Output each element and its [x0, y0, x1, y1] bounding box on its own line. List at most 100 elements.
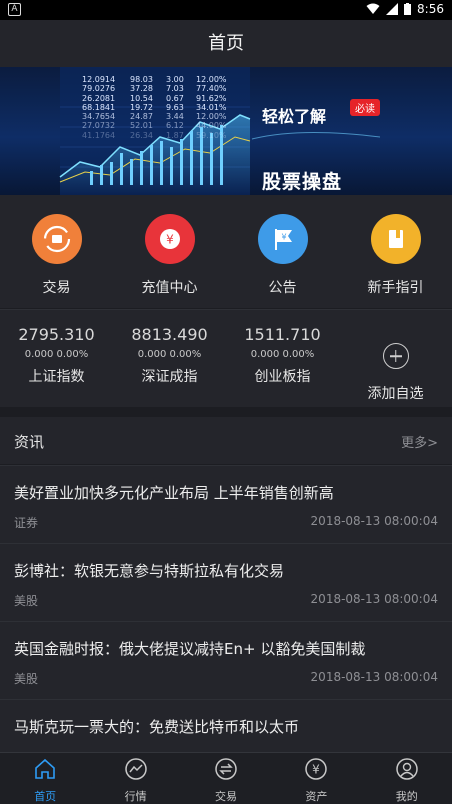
news-section-header: 资讯 更多>: [0, 417, 452, 464]
app-notification-icon: A: [8, 3, 21, 16]
tab-assets[interactable]: ¥ 资产: [271, 753, 361, 804]
news-more-link[interactable]: 更多>: [401, 432, 438, 451]
wifi-icon: [366, 3, 380, 14]
banner-badge: 必读: [350, 99, 380, 116]
banner-title: 股票操盘: [262, 171, 343, 193]
ticker-row: 41.1764 26.34 1.87 59.10%: [82, 131, 232, 140]
news-title: 马斯克玩一票大的：免费送比特币和以太币: [14, 718, 300, 736]
news-section-title: 资讯: [14, 433, 45, 451]
ticker-cell: 34.7654: [82, 112, 116, 122]
news-title: 彭博社：软银无意参与特斯拉私有化交易: [14, 562, 285, 580]
quick-menu-trade[interactable]: 交易: [0, 195, 113, 308]
news-time: 2018-08-13 08:00:04: [310, 592, 438, 606]
news-item[interactable]: 英国金融时报：俄大佬提议减持En+ 以豁免美国制裁 美股 2018-08-13 …: [0, 621, 452, 699]
clock: 8:56: [417, 2, 444, 16]
ticker-cell: 12.00%: [196, 112, 227, 122]
index-change: 0.000 0.00%: [24, 349, 89, 360]
ticker-cell: 26.2081: [82, 93, 116, 103]
ticker-cell: 27.0732: [82, 121, 116, 131]
news-title: 美好置业加快多元化产业布局 上半年销售创新高: [14, 484, 334, 502]
status-bar: A 8:56: [0, 0, 452, 20]
quick-menu-recharge[interactable]: ¥ 充值中心: [113, 195, 226, 308]
index-name: 上证指数: [28, 369, 85, 385]
quick-menu-announcement[interactable]: ¥ 公告: [226, 195, 339, 308]
index-name: 深证成指: [141, 369, 198, 385]
quick-menu-label: 交易: [42, 280, 71, 296]
tab-label: 我的: [395, 790, 418, 803]
ticker-cell: 3.00: [166, 75, 184, 84]
ticker-cell: 19.72: [130, 102, 153, 112]
index-value: 2795.310: [18, 325, 95, 344]
yuan-icon: ¥: [305, 758, 328, 780]
quick-menu-label: 充值中心: [141, 280, 198, 296]
add-watchlist-button[interactable]: 添加自选: [339, 310, 452, 407]
ticker-cell: 37.28: [130, 84, 153, 94]
yuan-icon: ¥: [144, 214, 195, 264]
ticker-cell: 3.44: [166, 112, 184, 122]
ticker-cell: 44.00%: [196, 121, 227, 131]
quick-menu-guide[interactable]: 新手指引: [339, 195, 452, 308]
tab-profile[interactable]: 我的: [362, 753, 452, 804]
ticker-cell: 98.03: [130, 75, 153, 84]
news-title: 英国金融时报：俄大佬提议减持En+ 以豁免美国制裁: [14, 640, 366, 658]
index-change: 0.000 0.00%: [137, 349, 202, 360]
tab-label: 交易: [214, 790, 237, 803]
quick-menu: 交易 ¥ 充值中心 ¥ 公告 新手指引: [0, 195, 452, 308]
index-value: 1511.710: [244, 325, 321, 344]
news-time: 2018-08-13 08:00:04: [310, 670, 438, 684]
ticker-cell: 12.0914: [82, 75, 116, 84]
news-category: 证券: [14, 516, 39, 530]
ticker-cell: 12.00%: [196, 75, 227, 84]
index-name: 创业板指: [254, 369, 311, 385]
promo-banner[interactable]: 12.0914 98.03 3.00 12.00% 79.0276 37.28 7.03 77…: [0, 67, 452, 195]
bottom-tab-bar: 首页 行情 交易 ¥ 资产 我的: [0, 752, 452, 804]
tab-label: 首页: [34, 790, 57, 803]
index-value: 8813.490: [131, 325, 208, 344]
ticker-cell: 91.62%: [196, 93, 227, 103]
add-watchlist-label: 添加自选: [367, 386, 424, 402]
svg-text:¥: ¥: [281, 233, 286, 242]
ticker-row: 12.0914 98.03 3.00 12.00%: [82, 75, 232, 84]
ticker-cell: 0.67: [166, 93, 184, 103]
index-card-chinext[interactable]: 1511.710 0.000 0.00% 创业板指: [226, 310, 339, 407]
quick-menu-label: 公告: [268, 280, 297, 296]
exchange-icon: [215, 758, 237, 780]
ticker-row: 79.0276 37.28 7.03 77.40%: [82, 84, 232, 93]
tab-label: 资产: [305, 790, 328, 803]
news-list: 美好置业加快多元化产业布局 上半年销售创新高 证券 2018-08-13 08:…: [0, 465, 452, 777]
exchange-icon: [31, 214, 82, 264]
ticker-cell: 1.87: [166, 130, 184, 140]
tab-home[interactable]: 首页: [0, 753, 90, 804]
chart-icon: [124, 758, 147, 780]
home-icon: [35, 758, 55, 779]
quick-menu-label: 新手指引: [367, 280, 424, 296]
index-card-shenzhen[interactable]: 8813.490 0.000 0.00% 深证成指: [113, 310, 226, 407]
ticker-cell: 41.1764: [82, 130, 116, 140]
ticker-cell: 79.0276: [82, 84, 116, 94]
ticker-cell: 9.63: [166, 102, 184, 112]
ticker-cell: 7.03: [166, 84, 184, 94]
svg-text:¥: ¥: [166, 233, 174, 247]
market-indices: 2795.310 0.000 0.00% 上证指数 8813.490 0.000…: [0, 309, 452, 407]
tab-label: 行情: [124, 790, 147, 803]
news-item[interactable]: 彭博社：软银无意参与特斯拉私有化交易 美股 2018-08-13 08:00:0…: [0, 543, 452, 621]
news-category: 美股: [14, 594, 39, 608]
ticker-cell: 24.87: [130, 112, 153, 122]
index-card-shanghai[interactable]: 2795.310 0.000 0.00% 上证指数: [0, 310, 113, 407]
ticker-cell: 6.12: [166, 121, 184, 131]
ticker-cell: 52.01: [130, 121, 153, 131]
ticker-row: 26.2081 10.54 0.67 91.62%: [82, 94, 232, 103]
ticker-cell: 34.01%: [196, 102, 227, 112]
user-icon: [396, 758, 418, 780]
ticker-cell: 77.40%: [196, 84, 227, 94]
plus-circle-icon: [382, 343, 409, 369]
tab-trade[interactable]: 交易: [181, 753, 271, 804]
tab-market[interactable]: 行情: [90, 753, 180, 804]
index-change: 0.000 0.00%: [250, 349, 315, 360]
book-icon: [370, 214, 421, 264]
page-title: 首页: [208, 33, 244, 54]
news-item[interactable]: 美好置业加快多元化产业布局 上半年销售创新高 证券 2018-08-13 08:…: [0, 465, 452, 543]
ticker-cell: 10.54: [130, 93, 153, 103]
banner-subtitle: 轻松了解: [262, 107, 327, 126]
ticker-cell: 26.34: [130, 130, 153, 140]
